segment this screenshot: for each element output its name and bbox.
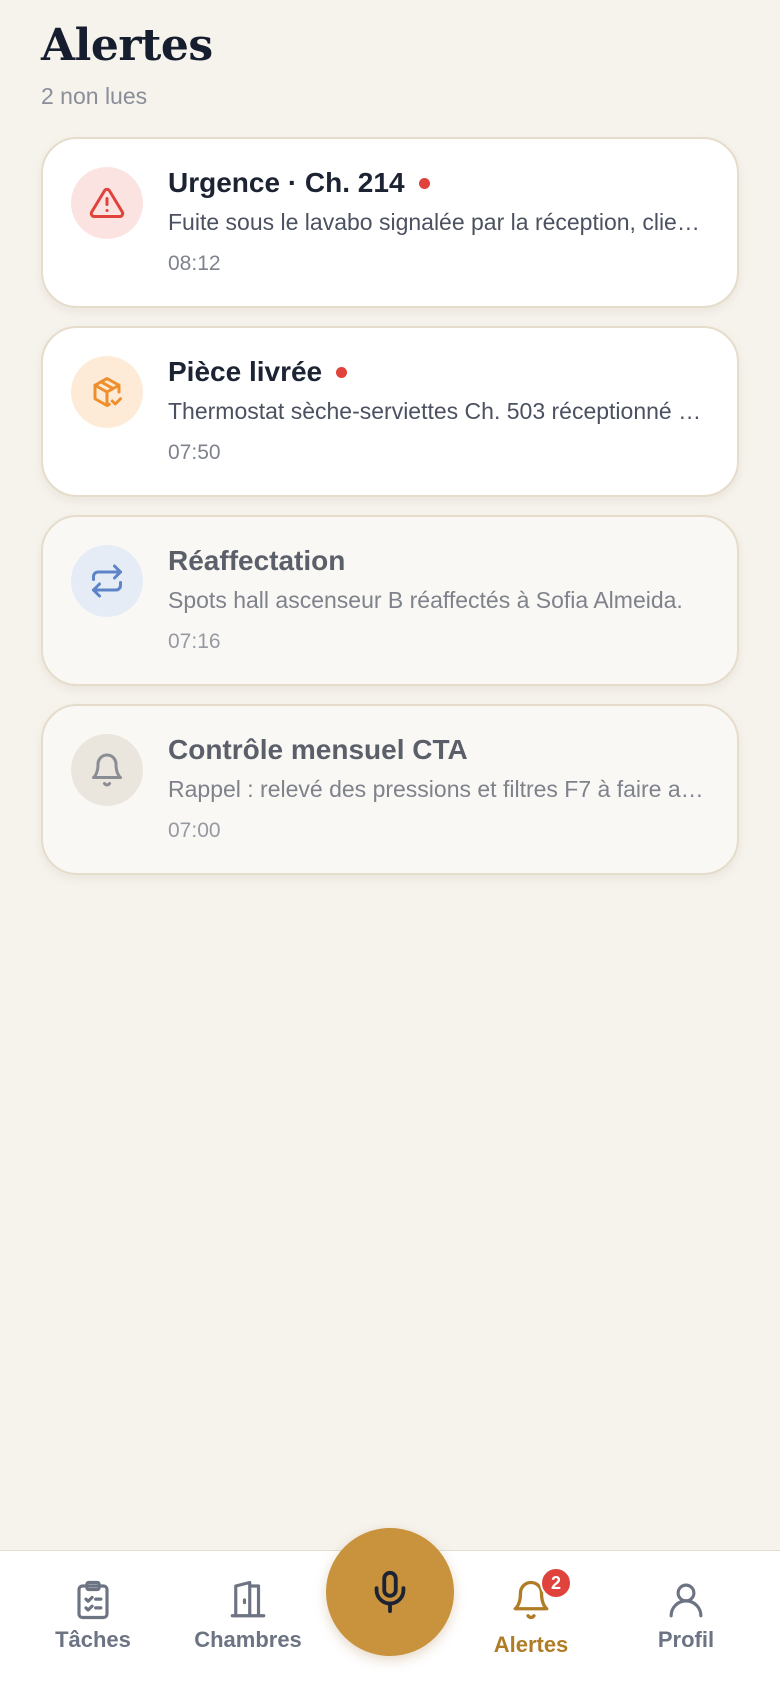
unread-dot (336, 366, 348, 378)
alert-card-controle-cta[interactable]: Contrôle mensuel CTA Rappel : relevé des… (41, 704, 739, 875)
alert-body: Thermostat sèche-serviettes Ch. 503 réce… (168, 398, 707, 424)
microphone-icon (374, 1570, 406, 1614)
nav-profile-label: Profil (657, 1627, 715, 1652)
package-icon (71, 356, 143, 428)
alert-time: 07:00 (168, 819, 221, 842)
voice-record-button[interactable] (326, 1528, 454, 1656)
alerts-badge: 2 (540, 1567, 572, 1599)
nav-profile[interactable]: Profil (611, 1579, 761, 1653)
alert-title: Réaffectation (168, 545, 346, 576)
reassign-icon (71, 545, 143, 617)
clipboard-icon (77, 1580, 109, 1620)
alerts-list: Urgence · Ch. 214 Fuite sous le lavabo s… (41, 137, 739, 893)
alert-body: Spots hall ascenseur B réaffectés à Sofi… (168, 587, 683, 613)
nav-alerts-label: Alertes (493, 1632, 569, 1657)
unread-dot (418, 177, 430, 189)
nav-rooms-label: Chambres (194, 1627, 302, 1652)
alert-card-urgence[interactable]: Urgence · Ch. 214 Fuite sous le lavabo s… (41, 137, 739, 308)
alert-time: 07:50 (168, 441, 221, 464)
alert-card-piece-livree[interactable]: Pièce livrée Thermostat sèche-serviettes… (41, 326, 739, 497)
alert-time: 07:16 (168, 630, 221, 653)
alert-title: Urgence · Ch. 214 (168, 167, 405, 198)
door-icon (230, 1580, 266, 1618)
warning-icon (71, 167, 143, 239)
unread-count: 2 non lues (41, 83, 148, 109)
user-icon (669, 1583, 703, 1618)
alert-title: Contrôle mensuel CTA (168, 734, 468, 765)
alert-title: Pièce livrée (168, 356, 323, 387)
alert-body: Fuite sous le lavabo signalée par la réc… (168, 209, 707, 235)
nav-tasks[interactable]: Tâches (18, 1579, 168, 1653)
bell-icon (71, 734, 143, 806)
page-header: Alertes 2 non lues (41, 20, 213, 110)
alert-time: 08:12 (168, 252, 221, 275)
nav-alerts[interactable]: 2 Alertes (456, 1567, 606, 1658)
page-title: Alertes (41, 20, 213, 71)
alert-card-reaffectation[interactable]: Réaffectation Spots hall ascenseur B réa… (41, 515, 739, 686)
nav-tasks-label: Tâches (55, 1627, 131, 1652)
alert-body: Rappel : relevé des pressions et filtres… (168, 776, 707, 802)
nav-rooms[interactable]: Chambres (173, 1579, 323, 1653)
